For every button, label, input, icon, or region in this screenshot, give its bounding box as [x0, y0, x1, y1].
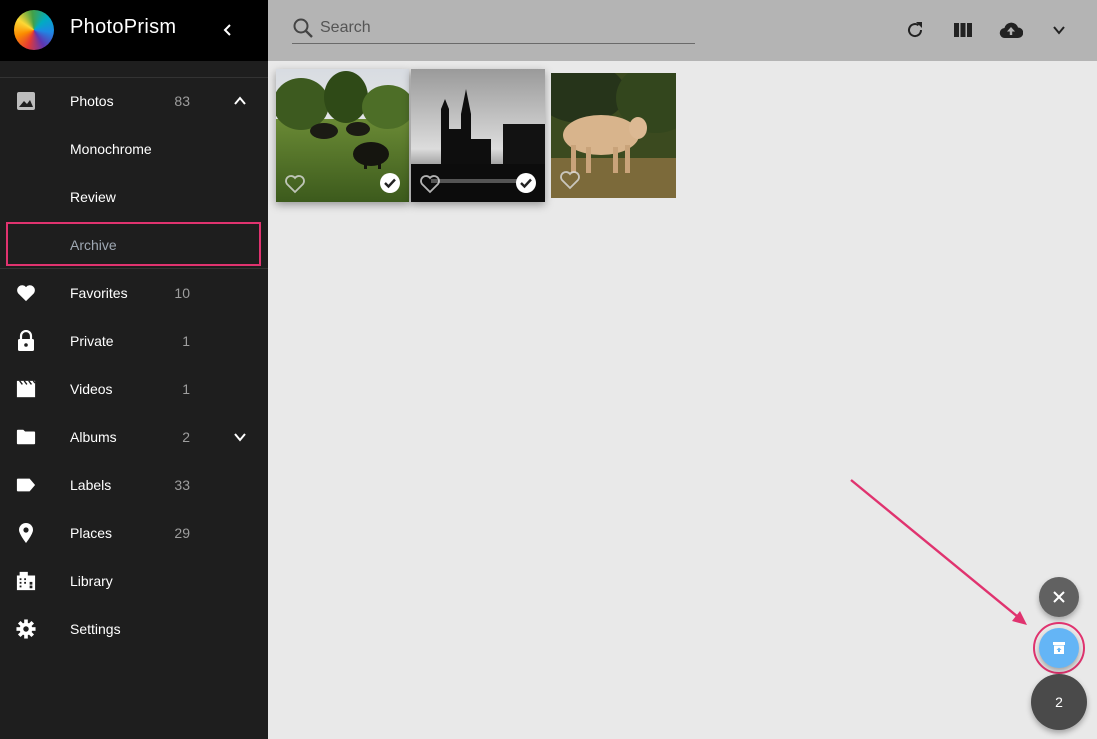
photoprism-logo: [14, 10, 54, 50]
sidebar-item-label: Private: [70, 333, 114, 349]
search-bar[interactable]: [292, 12, 695, 44]
archive-highlight-box: [6, 222, 261, 266]
collapse-sidebar-button[interactable]: [216, 18, 240, 42]
albums-count: 2: [182, 429, 190, 445]
heart-icon: [16, 283, 36, 303]
library-icon: [16, 571, 36, 591]
sidebar-item-labels[interactable]: Labels 33: [0, 461, 268, 509]
photo-card[interactable]: [551, 73, 676, 198]
photos-count: 83: [174, 93, 190, 109]
close-icon: [1053, 591, 1065, 603]
brand-header: PhotoPrism: [0, 0, 268, 61]
upload-button[interactable]: [998, 17, 1024, 43]
favorite-heart-icon[interactable]: [559, 170, 581, 190]
chevron-up-icon[interactable]: [230, 91, 250, 111]
chevron-down-icon[interactable]: [230, 427, 250, 447]
chevron-left-icon: [223, 24, 231, 36]
gear-icon: [16, 619, 36, 639]
sidebar-item-private[interactable]: Private 1: [0, 317, 268, 365]
sidebar-item-label: Settings: [70, 621, 121, 637]
sidebar-item-label: Review: [70, 189, 116, 205]
sidebar-item-label: Places: [70, 525, 113, 541]
private-count: 1: [182, 333, 190, 349]
sidebar-item-label: Videos: [70, 381, 113, 397]
sidebar-item-videos[interactable]: Videos 1: [0, 365, 268, 413]
sidebar-item-label: Labels: [70, 477, 112, 493]
sidebar-item-review[interactable]: Review: [0, 173, 268, 221]
photo-card[interactable]: [411, 69, 545, 202]
sidebar: PhotoPrism Photos 83 Monochrome Review A…: [0, 0, 268, 739]
sidebar-item-photos[interactable]: Photos 83: [0, 77, 268, 125]
selection-count-button[interactable]: 2: [1031, 674, 1087, 730]
sidebar-item-label: Photos: [70, 93, 114, 109]
expand-filters-button[interactable]: [1046, 17, 1072, 43]
sidebar-item-label: Library: [70, 573, 113, 589]
check-circle-icon[interactable]: [379, 172, 401, 194]
reload-button[interactable]: [902, 17, 928, 43]
sidebar-item-favorites[interactable]: Favorites 10: [0, 269, 268, 317]
view-toggle-button[interactable]: [950, 17, 976, 43]
search-icon: [293, 18, 313, 38]
app-title: PhotoPrism: [70, 16, 177, 38]
refresh-icon: [908, 22, 923, 38]
labels-count: 33: [174, 477, 190, 493]
cloud-upload-icon: [999, 22, 1023, 39]
favorite-heart-icon[interactable]: [284, 174, 306, 194]
sidebar-item-label: Favorites: [70, 285, 128, 301]
favorite-heart-icon[interactable]: [419, 174, 441, 194]
sidebar-item-monochrome[interactable]: Monochrome: [0, 125, 268, 173]
movie-icon: [16, 379, 36, 399]
videos-count: 1: [182, 381, 190, 397]
lock-icon: [16, 330, 36, 351]
sidebar-item-label: Monochrome: [70, 141, 152, 157]
view-columns-icon: [954, 23, 972, 37]
top-toolbar: [268, 0, 1097, 61]
sidebar-item-places[interactable]: Places 29: [0, 509, 268, 557]
sidebar-item-library[interactable]: Library: [0, 557, 268, 605]
search-input[interactable]: [320, 18, 680, 37]
image-icon: [16, 91, 36, 111]
archive-icon: [1053, 642, 1065, 654]
label-icon: [16, 475, 36, 495]
sidebar-item-settings[interactable]: Settings: [0, 605, 268, 653]
sidebar-item-label: Albums: [70, 429, 117, 445]
places-count: 29: [174, 525, 190, 541]
chevron-down-icon: [1053, 26, 1065, 35]
photo-card[interactable]: [276, 69, 409, 202]
favorites-count: 10: [174, 285, 190, 301]
check-circle-icon[interactable]: [515, 172, 537, 194]
place-icon: [16, 523, 36, 543]
sidebar-item-albums[interactable]: Albums 2: [0, 413, 268, 461]
archive-button[interactable]: [1039, 628, 1079, 668]
folder-icon: [16, 427, 36, 447]
clear-selection-button[interactable]: [1039, 577, 1079, 617]
